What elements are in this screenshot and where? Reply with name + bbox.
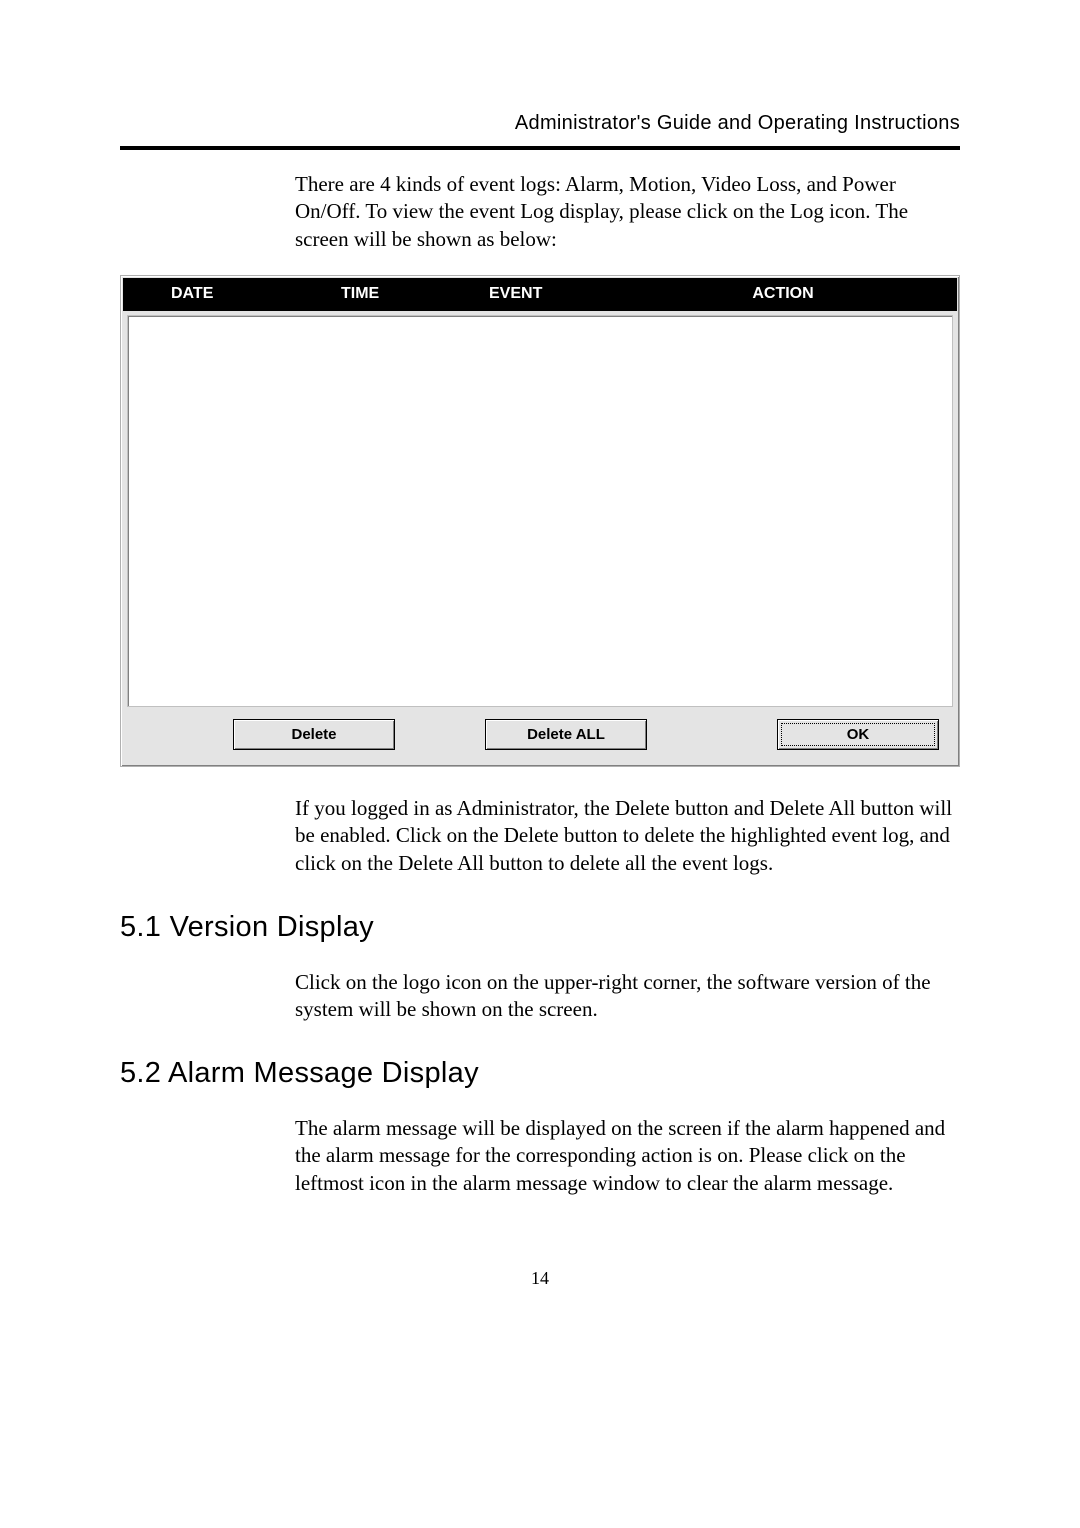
column-header-row: DATE TIME EVENT ACTION — [123, 278, 957, 311]
header-rule — [120, 146, 960, 150]
section-5-1-heading: 5.1 Version Display — [120, 909, 960, 947]
section-5-2-heading: 5.2 Alarm Message Display — [120, 1055, 960, 1093]
page-number: 14 — [120, 1267, 960, 1290]
ok-button[interactable]: OK — [777, 719, 939, 751]
delete-all-button[interactable]: Delete ALL — [485, 719, 647, 751]
section-5-2-body: The alarm message will be displayed on t… — [295, 1115, 960, 1197]
event-log-list[interactable] — [127, 315, 953, 707]
column-header-action: ACTION — [689, 284, 957, 305]
delete-button[interactable]: Delete — [233, 719, 395, 751]
column-header-time: TIME — [341, 284, 481, 305]
column-header-event: EVENT — [481, 284, 689, 305]
running-header: Administrator's Guide and Operating Inst… — [120, 110, 960, 136]
event-log-window: DATE TIME EVENT ACTION Delete Delete ALL… — [120, 275, 960, 767]
admin-paragraph: If you logged in as Administrator, the D… — [295, 795, 960, 877]
column-header-date: DATE — [123, 284, 341, 305]
button-row: Delete Delete ALL OK — [123, 711, 957, 765]
intro-paragraph: There are 4 kinds of event logs: Alarm, … — [295, 171, 960, 253]
section-5-1-body: Click on the logo icon on the upper-righ… — [295, 969, 960, 1024]
